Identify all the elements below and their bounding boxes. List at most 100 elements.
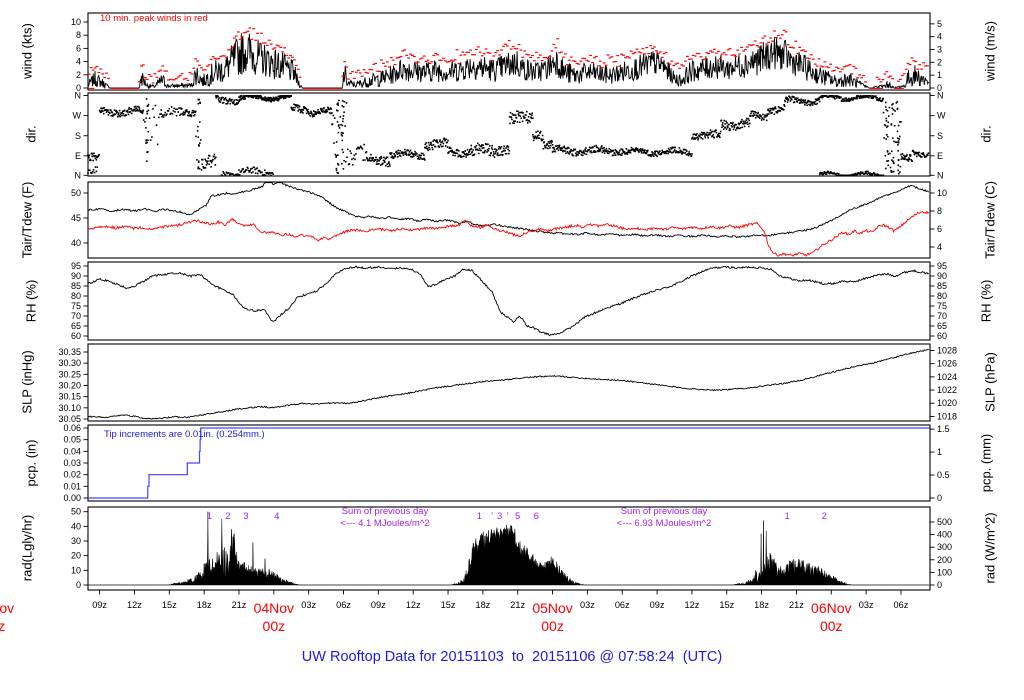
xtick-label: 12z (127, 600, 142, 610)
ytick-label-dir-right: N (937, 91, 944, 101)
xtick-label: 21z (510, 600, 525, 610)
ytick-label-dir: S (75, 131, 81, 141)
ytick-label-slp-right: 1026 (937, 359, 957, 369)
ytick-label-pcp: 0.03 (63, 458, 81, 468)
ytick-label-rh-right: 60 (937, 331, 947, 341)
xtick-label: 03z (580, 600, 595, 610)
axis-title-pcp-right: pcp. (mm) (978, 433, 994, 493)
ytick-label-dir-right: W (937, 111, 946, 121)
xtick-label: 18z (754, 600, 769, 610)
rad-series: 1 2 3 4 1 ' 3 ' 5 6 1 2 (88, 511, 930, 586)
ytick-label-pcp: 0.05 (63, 435, 81, 445)
xtick-label: 09z (650, 600, 665, 610)
axis-title-slp-left: SLP (inHg) (19, 350, 35, 414)
xtick-label: 12z (685, 600, 700, 610)
ytick-label-rh-right: 80 (937, 291, 947, 301)
ytick-label-pcp-right: 1.5 (937, 424, 950, 434)
series-SLP (87, 349, 929, 420)
ytick-label-rh: 90 (71, 271, 81, 281)
xtick-label: 15z (719, 600, 734, 610)
ytick-label-slp-right: 1018 (937, 411, 957, 421)
axis-title-slp-right: SLP (hPa) (982, 352, 998, 412)
ytick-label-rad-right: 500 (937, 517, 952, 527)
ytick-label-rh: 75 (71, 301, 81, 311)
date-label-hour: 00z (820, 618, 843, 634)
ytick-label-tair-right: 4 (937, 242, 942, 252)
xtick-label: 03z (859, 600, 874, 610)
ytick-label-slp: 30.15 (58, 392, 81, 402)
ytick-label-rad: 10 (71, 565, 81, 575)
xtick-label: 18z (197, 600, 212, 610)
ytick-label-slp-right: 1024 (937, 372, 957, 382)
ytick-label-rad: 50 (71, 507, 81, 517)
ytick-label-slp-right: 1028 (937, 345, 957, 355)
axis-title-tair-right: Tair/Tdew (C) (982, 180, 998, 260)
series-Tair (87, 182, 930, 239)
ytick-label-rad-right: 400 (937, 530, 952, 540)
ytick-label-tair: 45 (71, 213, 81, 223)
date-label-hour: 00z (541, 618, 564, 634)
ytick-label-tair: 50 (71, 188, 81, 198)
axis-title-rh-left: RH (%) (23, 279, 39, 323)
axis-title-pcp-left: pcp. (in) (23, 439, 39, 487)
ytick-label-pcp: 0.06 (63, 423, 81, 433)
ytick-label-wind-right: 4 (937, 32, 942, 42)
rad-hour-mark: 6 (534, 511, 539, 522)
rad-hour-mark: 1 (207, 511, 212, 522)
xtick-label: 12z (406, 600, 421, 610)
date-label: 05Nov (532, 600, 572, 616)
ytick-label-rad: 40 (71, 521, 81, 531)
ytick-label-dir-right: S (937, 131, 943, 141)
ytick-label-rad: 0 (76, 580, 81, 590)
ytick-label-wind-right: 2 (937, 57, 942, 67)
series-Tdew (87, 210, 930, 257)
ytick-label-slp: 30.25 (58, 369, 81, 379)
ytick-label-slp: 30.10 (58, 403, 81, 413)
rad-hour-mark: ' (491, 511, 493, 522)
ytick-label-rh: 65 (71, 321, 81, 331)
rad-hour-mark: 3 (243, 511, 248, 522)
date-label-hour: 00z (263, 618, 286, 634)
ytick-label-wind: 6 (76, 43, 81, 53)
tair-series (87, 182, 930, 257)
rad-sum-previous-day-2: Sum of previous day <--- 6.93 MJoules/m^… (617, 506, 711, 530)
pcp-tip-note: Tip increments are 0.01in. (0.254mm.) (104, 429, 265, 440)
ytick-label-dir: W (73, 111, 82, 121)
ytick-label-rh: 70 (71, 311, 81, 321)
wind-series (87, 33, 930, 90)
axis-title-rad-right: rad (W/m^2) (982, 512, 998, 584)
ytick-label-rad-right: 0 (937, 580, 942, 590)
axis-title-rad-left: rad(Lgly/hr) (19, 514, 35, 582)
ytick-label-rad-right: 200 (937, 555, 952, 565)
xtick-label: 03z (301, 600, 316, 610)
ytick-label-slp: 30.20 (58, 381, 81, 391)
xtick-label: 15z (441, 600, 456, 610)
rad-hour-mark: 1 (785, 511, 790, 522)
axis-title-wind-right: wind (m/s) (982, 21, 998, 81)
ytick-label-tair-right: 8 (937, 206, 942, 216)
ytick-label-rh: 85 (71, 281, 81, 291)
rad-hour-mark: 4 (274, 511, 279, 522)
ytick-label-wind: 2 (76, 70, 81, 80)
ytick-label-pcp: 0.00 (63, 493, 81, 503)
x-axis: 09z 12z 15z 18z 21z 03z 06z 09z 12z 15z 18z 21z 03z 0… (0, 590, 909, 634)
ytick-label-rh: 95 (71, 261, 81, 271)
xtick-label: 09z (92, 600, 107, 610)
ytick-label-slp-right: 1020 (937, 398, 957, 408)
xtick-label: 21z (789, 600, 804, 610)
rad-sum-2-line2: <--- 6.93 MJoules/m^2 (616, 518, 712, 529)
axis-ticks-and-labels: 0246810012345NWSENNWSEN40455046810606570… (58, 17, 957, 590)
ytick-label-rh-right: 95 (937, 261, 947, 271)
ytick-label-rh-right: 70 (937, 311, 947, 321)
xtick-label: 06z (894, 600, 909, 610)
ytick-label-dir: N (75, 91, 82, 101)
wind-peak-legend: 10 min. peak winds in red (100, 13, 208, 24)
rad-hour-mark: 2 (822, 511, 827, 522)
ytick-label-wind-right: 1 (937, 70, 942, 80)
xtick-label: 09z (371, 600, 386, 610)
ytick-label-dir: E (75, 151, 81, 161)
ytick-label-wind: 10 (71, 17, 81, 27)
ytick-label-slp: 30.30 (58, 358, 81, 368)
ytick-label-pcp: 0.04 (63, 446, 81, 456)
axis-title-dir-left: dir. (23, 125, 39, 143)
